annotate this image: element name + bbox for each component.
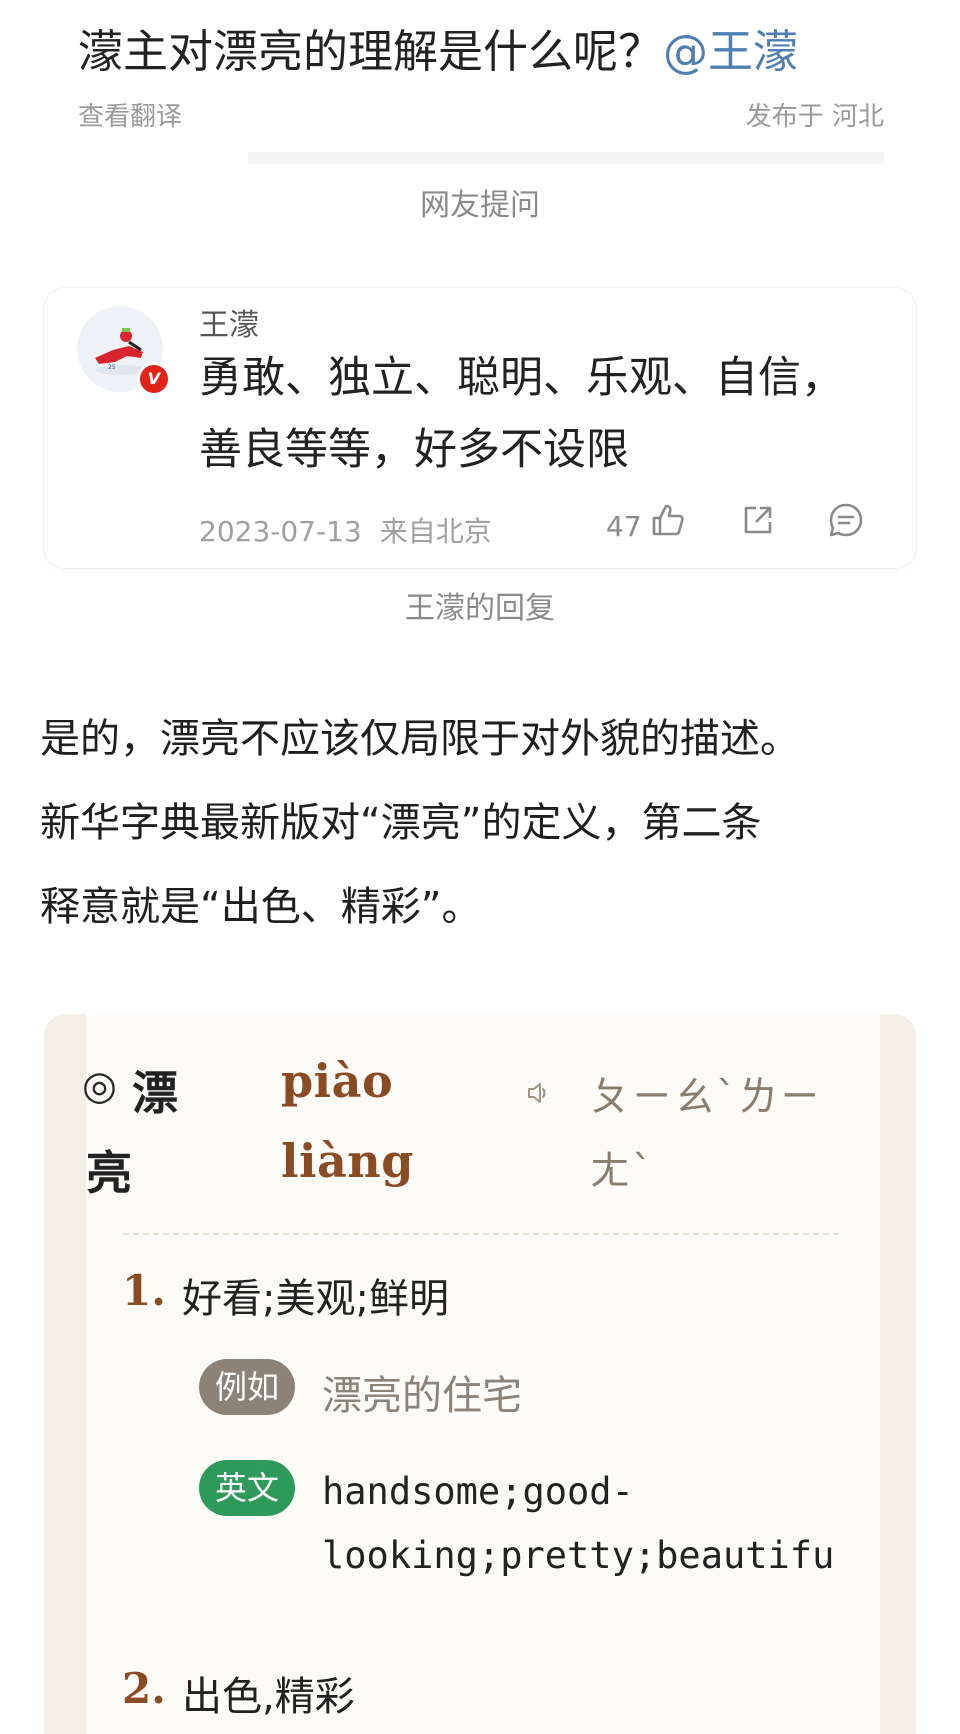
body-line-3: 释意就是“出色、精彩”。: [40, 884, 482, 930]
entry-ring-symbol: ◎: [82, 1063, 117, 1109]
share-icon[interactable]: [738, 500, 778, 540]
entry-zhuyin-line-1: ㄆㄧㄠˋㄌㄧ: [590, 1074, 822, 1120]
example-tag: 例如: [199, 1359, 296, 1415]
reply-caption: 王濛的回复: [405, 591, 555, 626]
question-title: 濛主对漂亮的理解是什么呢？@王濛: [78, 22, 798, 82]
english-line-1: handsome;good-: [322, 1470, 634, 1513]
entry-pinyin-2: liàng: [281, 1134, 414, 1188]
reply-meta: 2023-07-13 来自北京: [199, 510, 492, 550]
entry-zhuyin-line-2: ㄤˋ: [590, 1148, 654, 1194]
entry-pinyin-1: piào: [281, 1054, 394, 1108]
body-line-1: 是的，漂亮不应该仅局限于对外貌的描述。: [40, 716, 800, 762]
comment-icon[interactable]: [826, 500, 866, 540]
reply-date: 2023-07-13: [199, 515, 362, 548]
verified-badge: V: [137, 362, 171, 396]
like-count: 47: [606, 510, 642, 543]
body-line-2: 新华字典最新版对“漂亮”的定义，第二条: [40, 800, 762, 846]
avatar[interactable]: 25 V: [77, 306, 171, 396]
definition-2-text: 出色,精彩: [182, 1674, 355, 1720]
entry-char-1: 漂: [132, 1066, 178, 1120]
entry-char-2: 亮: [86, 1146, 132, 1200]
definition-1-text: 好看;美观;鲜明: [182, 1276, 449, 1322]
translate-link[interactable]: 查看翻译: [78, 96, 182, 133]
definition-2-number: 2.: [122, 1664, 166, 1713]
reply-source: 来自北京: [379, 515, 492, 548]
question-title-text: 濛主对漂亮的理解是什么呢？: [78, 25, 664, 78]
english-tag: 英文: [199, 1460, 296, 1516]
entry-divider: [123, 1233, 839, 1235]
post-location: 发布于 河北: [745, 102, 884, 132]
reply-text: 勇敢、独立、聪明、乐观、自信，善良等等，好多不设限: [199, 353, 844, 475]
english-translation: handsome;good- looking;pretty;beautifu: [322, 1460, 874, 1588]
question-caption: 网友提问: [420, 188, 540, 223]
svg-text:25: 25: [108, 364, 116, 371]
mention-link[interactable]: @王濛: [663, 25, 798, 78]
reply-author[interactable]: 王濛: [199, 300, 259, 344]
speaker-icon[interactable]: [526, 1080, 552, 1106]
definition-1-number: 1.: [122, 1266, 166, 1315]
english-line-2: looking;pretty;beautifu: [322, 1534, 835, 1577]
example-text: 漂亮的住宅: [322, 1373, 522, 1419]
reply-card: 25 V 王濛 勇敢、独立、聪明、乐观、自信，善良等等，好多不设限 2023-0…: [44, 288, 916, 568]
thumbs-up-icon[interactable]: [648, 500, 688, 540]
body-paragraph: 是的，漂亮不应该仅局限于对外貌的描述。 新华字典最新版对“漂亮”的定义，第二条 …: [40, 697, 920, 949]
quote-divider: [248, 152, 884, 164]
